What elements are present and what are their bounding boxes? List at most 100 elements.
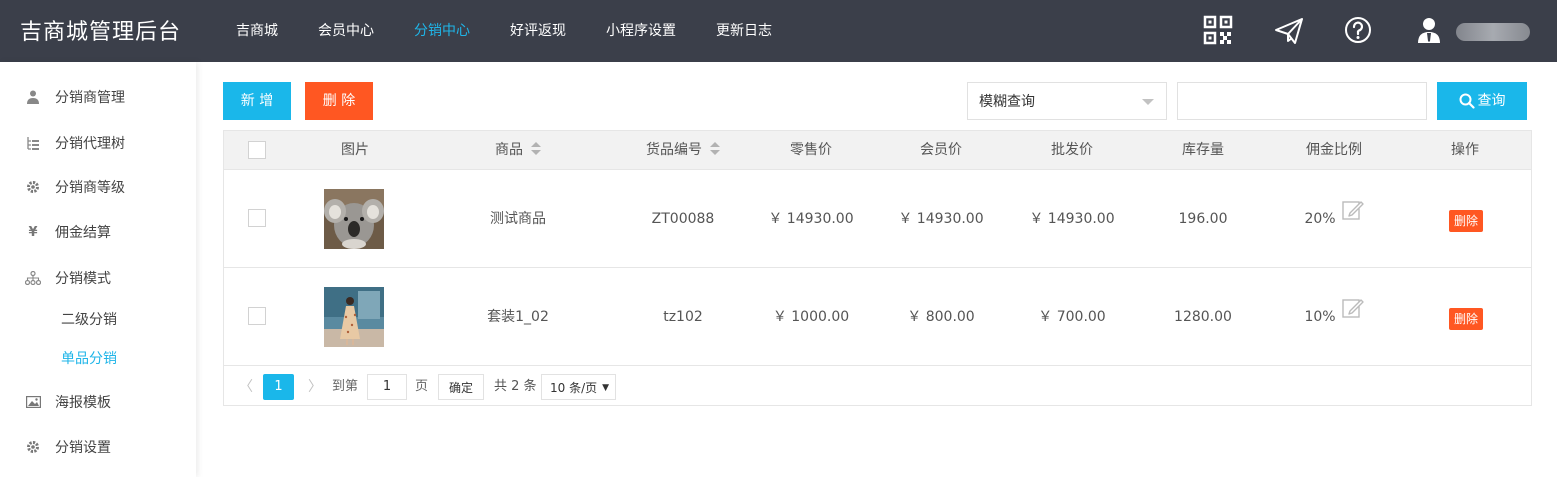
- qrcode-icon[interactable]: [1203, 15, 1235, 47]
- column-header-member-price: 会员价: [920, 142, 962, 158]
- caret-down-icon: ▼: [602, 383, 609, 393]
- product-code: ZT00088: [651, 211, 715, 227]
- main-nav: 吉商城 会员中心 分销中心 好评返现 小程序设置 更新日志: [236, 0, 812, 62]
- sort-icon[interactable]: [710, 142, 720, 156]
- send-icon[interactable]: [1273, 15, 1305, 47]
- row-delete-button[interactable]: 删除: [1449, 210, 1483, 232]
- nav-item-miniprogram-settings[interactable]: 小程序设置: [606, 0, 676, 62]
- sidebar-item-label: 分销商等级: [55, 180, 125, 196]
- sidebar-item-label: 佣金结算: [55, 225, 111, 241]
- sort-icon[interactable]: [531, 142, 541, 156]
- column-header-stock: 库存量: [1182, 142, 1224, 158]
- column-header-label: 货品编号: [646, 142, 702, 158]
- nav-item-member-center[interactable]: 会员中心: [318, 0, 374, 62]
- commission-rate: 10%: [1304, 309, 1336, 325]
- nav-item-changelog[interactable]: 更新日志: [716, 0, 772, 62]
- product-name: 测试商品: [490, 211, 546, 227]
- table-row: 测试商品 ZT00088 ￥ 14930.00 ￥ 14930.00 ￥ 149…: [224, 170, 1531, 268]
- chevron-right-icon[interactable]: 〉: [308, 374, 322, 400]
- search-mode-select[interactable]: 模糊查询: [967, 82, 1167, 120]
- sidebar-item-distribution-mode[interactable]: 分销模式: [0, 258, 196, 298]
- pagination: 〈 1 〉 到第 页 确定 共 2 条 10 条/页 ▼: [224, 367, 1531, 405]
- member-price: ￥ 14930.00: [898, 211, 984, 227]
- top-navigation-bar: 吉商城管理后台 吉商城 会员中心 分销中心 好评返现 小程序设置 更新日志: [0, 0, 1557, 62]
- stock-quantity: 1280.00: [1174, 309, 1232, 325]
- retail-price: ￥ 14930.00: [768, 211, 854, 227]
- wholesale-price: ￥ 14930.00: [1029, 211, 1115, 227]
- page-size-select[interactable]: 10 条/页 ▼: [541, 374, 616, 400]
- row-delete-button[interactable]: 删除: [1449, 308, 1483, 330]
- delete-button[interactable]: 删 除: [305, 82, 373, 120]
- gear-icon: [25, 439, 41, 455]
- chevron-left-icon[interactable]: 〈: [239, 374, 253, 400]
- product-name: 套装1_02: [487, 309, 549, 325]
- product-image-koala: [324, 189, 384, 249]
- page-1-button[interactable]: 1: [263, 374, 294, 400]
- member-price: ￥ 800.00: [907, 309, 975, 325]
- total-count: 共 2 条: [494, 379, 537, 394]
- gear-icon: [25, 179, 41, 195]
- hierarchy-icon: [25, 270, 41, 286]
- search-icon: [1459, 93, 1475, 109]
- product-image-dress: [324, 287, 384, 347]
- user-icon: [25, 89, 41, 105]
- tree-icon: [25, 135, 41, 151]
- wholesale-price: ￥ 700.00: [1038, 309, 1106, 325]
- sidebar-item-label: 分销代理树: [55, 136, 125, 152]
- table-header: 图片 商品 货品编号 零售价 会员价 批发价 库存量 佣金比例 操作: [224, 131, 1531, 170]
- product-table: 图片 商品 货品编号 零售价 会员价 批发价 库存量 佣金比例 操作 测试商品 …: [223, 130, 1532, 406]
- sidebar-item-label: 海报模板: [55, 395, 111, 411]
- sidebar-item-label: 分销商管理: [55, 90, 125, 106]
- edit-icon[interactable]: [1341, 266, 1364, 364]
- sidebar-item-commission-settlement[interactable]: ¥ 佣金结算: [0, 212, 196, 252]
- commission-rate: 20%: [1304, 211, 1336, 227]
- column-header-product-code[interactable]: 货品编号: [628, 131, 738, 170]
- table-row: 套装1_02 tz102 ￥ 1000.00 ￥ 800.00 ￥ 700.00…: [224, 268, 1531, 366]
- goto-label: 到第: [332, 379, 359, 394]
- column-header-commission: 佣金比例: [1306, 142, 1362, 158]
- sidebar-item-label: 分销模式: [55, 271, 111, 287]
- username-redacted[interactable]: [1456, 23, 1530, 41]
- yen-icon: ¥: [28, 224, 38, 240]
- sidebar-subitem-single-product-distribution[interactable]: 单品分销: [61, 347, 117, 371]
- nav-item-review-cashback[interactable]: 好评返现: [510, 0, 566, 62]
- nav-item-distribution-center[interactable]: 分销中心: [414, 0, 470, 62]
- image-icon: [25, 394, 41, 410]
- product-code: tz102: [663, 309, 703, 325]
- stock-quantity: 196.00: [1178, 211, 1228, 227]
- sidebar-item-distributor-level[interactable]: 分销商等级: [0, 167, 196, 207]
- row-checkbox[interactable]: [248, 209, 266, 227]
- app-title: 吉商城管理后台: [20, 20, 182, 45]
- add-button[interactable]: 新 增: [223, 82, 291, 120]
- goto-confirm-button[interactable]: 确定: [438, 374, 484, 400]
- page-unit-label: 页: [415, 379, 429, 394]
- help-icon[interactable]: [1343, 15, 1375, 47]
- sidebar-item-distribution-settings[interactable]: 分销设置: [0, 427, 196, 467]
- commission-cell: 10%: [1284, 268, 1384, 366]
- page-size-value: 10 条/页: [550, 381, 598, 395]
- edit-icon[interactable]: [1341, 168, 1364, 266]
- column-header-image: 图片: [341, 142, 369, 158]
- column-header-label: 商品: [495, 142, 523, 158]
- sidebar-item-distributor-management[interactable]: 分销商管理: [0, 77, 196, 117]
- column-header-product[interactable]: 商品: [468, 131, 568, 170]
- column-header-retail-price: 零售价: [790, 142, 832, 158]
- search-input[interactable]: [1177, 82, 1427, 120]
- sidebar-item-label: 分销设置: [55, 440, 111, 456]
- sidebar-subitem-two-level-distribution[interactable]: 二级分销: [61, 308, 117, 332]
- sidebar-item-poster-template[interactable]: 海报模板: [0, 382, 196, 422]
- column-header-wholesale-price: 批发价: [1051, 142, 1093, 158]
- user-icon[interactable]: [1414, 15, 1446, 47]
- column-header-actions: 操作: [1451, 142, 1479, 158]
- row-checkbox[interactable]: [248, 307, 266, 325]
- search-mode-value: 模糊查询: [979, 94, 1035, 110]
- goto-page-input[interactable]: [367, 374, 407, 400]
- nav-item-mall[interactable]: 吉商城: [236, 0, 278, 62]
- search-button-label: 查询: [1477, 93, 1506, 109]
- select-all-checkbox[interactable]: [248, 141, 266, 159]
- commission-cell: 20%: [1284, 170, 1384, 268]
- search-button[interactable]: 查询: [1437, 82, 1527, 120]
- sidebar: 分销商管理 分销代理树 分销商等级 ¥ 佣金结算 分销模式 二级分销 单品分销 …: [0, 62, 196, 477]
- sidebar-item-agent-tree[interactable]: 分销代理树: [0, 123, 196, 163]
- chevron-down-icon: [1142, 99, 1154, 105]
